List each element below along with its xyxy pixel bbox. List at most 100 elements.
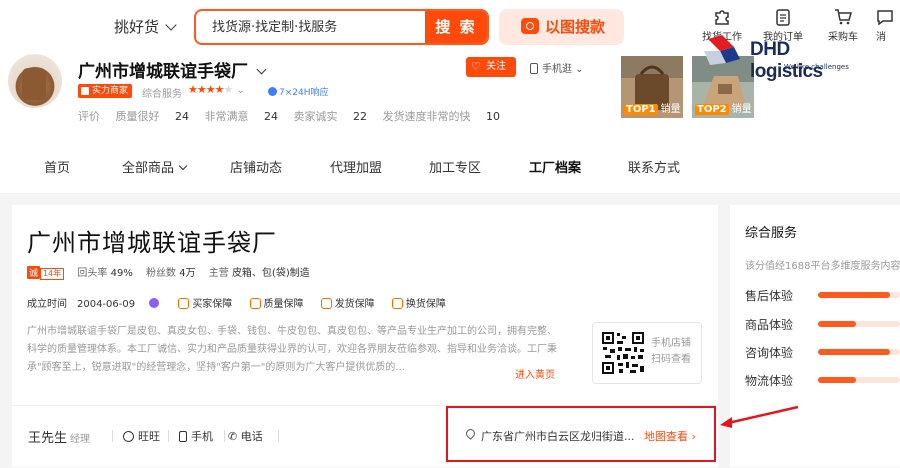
shield-icon — [320, 298, 332, 309]
image-search-button[interactable]: 以图搜款 — [499, 9, 624, 45]
dhd-tagline: We like challenges — [784, 63, 849, 71]
merchant-badge: 实力商家 — [78, 84, 133, 98]
shield-icon — [391, 298, 403, 309]
dhd-logistics-logo: DHD logistics We like challenges — [700, 31, 860, 82]
follow-button[interactable]: 关注 — [466, 57, 516, 77]
factory-meta: 诚 14年 回头率 49% 粉丝数 4万 主营 皮箱、包(袋)制造 — [27, 264, 320, 280]
mobile-qr-box[interactable]: 手机店铺扫码查看 — [592, 322, 702, 384]
eval-item: 发货速度非常的快 10 — [382, 110, 501, 123]
shield-icon — [178, 298, 190, 309]
mobile-link[interactable]: 手机 — [179, 428, 213, 444]
search-button[interactable]: 搜 索 — [425, 11, 487, 43]
contact-bar: 王先生 经理 旺旺 手机 ✆ 电话 广东省广州市白云区龙归街道... 地图查看 › — [12, 405, 718, 467]
messages-label: 消 — [876, 32, 886, 43]
search-box: 搜 索 — [194, 9, 489, 45]
chevron-down-icon — [165, 19, 177, 31]
metric-bar-fill — [818, 292, 891, 298]
nav-factory-profile[interactable]: 工厂档案 — [529, 157, 581, 176]
evaluation-row: 评价 质量很好 24 非常满意 24 卖家诚实 22 发货速度非常的快 10 — [78, 108, 512, 124]
nav-all-products[interactable]: 全部商品 — [122, 157, 188, 176]
nav-processing[interactable]: 加工专区 — [429, 157, 481, 176]
store-avatar[interactable] — [8, 54, 62, 108]
founded-label: 成立时间 — [27, 299, 67, 310]
service-label: 综合服务 — [142, 89, 182, 100]
address-text: 广东省广州市白云区龙归街道... — [481, 430, 635, 443]
chevron-down-icon: ⌄ — [575, 64, 584, 75]
metric-label: 商品体验 — [745, 318, 794, 332]
eval-item: 非常满意 24 — [204, 110, 279, 123]
nav-agency[interactable]: 代理加盟 — [330, 157, 382, 176]
qr-text: 手机店铺扫码查看 — [651, 338, 691, 365]
factory-description: 广州市增城联谊手袋厂是皮包、真皮女包、手袋、钱包、牛皮包包、真皮包包、等产品专业… — [27, 326, 557, 373]
clipboard-icon — [776, 9, 790, 26]
messages-link[interactable]: 消 — [870, 8, 900, 43]
metric-bar — [818, 321, 900, 327]
repurchase-rate: 回头率 49% — [77, 268, 133, 279]
top-product-1[interactable]: TOP1 销量 — [621, 56, 683, 118]
store-name[interactable]: 广州市增城联谊手袋厂 — [78, 57, 267, 82]
nav-home[interactable]: 首页 — [44, 157, 70, 176]
evaluation-label: 评价 — [78, 110, 100, 123]
message-icon — [877, 10, 893, 26]
store-name-text: 广州市增城联谊手袋厂 — [78, 62, 248, 82]
factory-row2: 成立时间 2004-06-09 买家保障 质量保障 发货保障 换货保障 — [27, 295, 460, 310]
star-off: ★ — [223, 83, 233, 96]
image-search-label: 以图搜款 — [545, 18, 606, 36]
search-input[interactable] — [212, 18, 412, 33]
eval-item: 质量很好 24 — [115, 110, 190, 123]
metric-bar-fill — [818, 377, 856, 383]
eval-item: 卖家诚实 22 — [293, 110, 368, 123]
years-badge: 14年 — [40, 268, 65, 280]
enter-yellow-pages-link[interactable]: 进入黄页 — [515, 366, 555, 381]
cart-icon — [835, 9, 852, 25]
guarantee-exchange[interactable]: 换货保障 — [391, 295, 446, 310]
telephone-icon: ✆ — [228, 430, 238, 443]
chevron-down-icon — [178, 161, 188, 171]
contact-person: 王先生 经理 — [28, 431, 91, 446]
fans-count: 粉丝数 4万 — [146, 268, 196, 279]
store-nav: 首页 全部商品 店铺动态 代理加盟 加工专区 工厂档案 联系方式 — [0, 136, 900, 194]
divider — [112, 430, 113, 442]
clock-icon — [268, 87, 277, 96]
founded-date: 2004-06-09 — [77, 299, 136, 310]
guarantee-buyer[interactable]: 买家保障 — [178, 295, 232, 310]
metric-label: 咨询体验 — [745, 346, 794, 360]
mobile-shop-link[interactable]: 手机逛 ⌄ — [530, 60, 584, 75]
top-product-label: TOP1 销量 — [624, 104, 681, 115]
service-stars[interactable]: ★★★★★ ⌄ — [188, 83, 245, 96]
metric-label: 售后体验 — [745, 289, 794, 303]
metric-label: 物流体验 — [745, 374, 794, 388]
factory-card: 广州市增城联谊手袋厂 诚 14年 回头率 49% 粉丝数 4万 主营 皮箱、包(袋… — [12, 205, 718, 467]
cheng-badge: 诚 — [27, 266, 41, 279]
guarantee-quality[interactable]: 质量保障 — [249, 295, 304, 310]
response-text: 7×24H响应 — [279, 88, 329, 98]
category-selector[interactable]: 挑好货 — [114, 16, 177, 37]
chevron-down-icon — [256, 64, 267, 75]
factory-title: 广州市增城联谊手袋厂 — [27, 229, 277, 257]
service-subtitle: 该分值经1688平台多维度服务内容 — [745, 261, 900, 272]
divider — [278, 430, 279, 442]
nav-store-news[interactable]: 店铺动态 — [230, 157, 282, 176]
guarantee-shipping[interactable]: 发货保障 — [320, 295, 375, 310]
address-box: 广东省广州市白云区龙归街道... 地图查看 › — [446, 406, 716, 462]
chevron-down-icon: ⌄ — [236, 85, 244, 96]
metric-bar-fill — [818, 321, 856, 327]
medal-icon[interactable] — [149, 298, 160, 308]
metric-bar — [818, 292, 900, 298]
puzzle-icon — [715, 10, 729, 25]
metric-bar — [818, 349, 900, 355]
camera-icon — [521, 18, 539, 34]
service-title: 综合服务 — [745, 226, 798, 241]
divider — [224, 430, 225, 442]
telephone-link[interactable]: ✆ 电话 — [228, 428, 263, 444]
category-label: 挑好货 — [114, 18, 160, 36]
mobile-shop-label: 手机逛 — [542, 64, 572, 75]
nav-contact[interactable]: 联系方式 — [628, 157, 680, 176]
location-pin-icon — [464, 427, 477, 440]
response-badge: 7×24H响应 — [268, 85, 329, 98]
view-map-link[interactable]: 地图查看 › — [644, 428, 696, 444]
stars-on: ★★★★ — [188, 83, 224, 96]
wangwang-link[interactable]: 旺旺 — [123, 428, 160, 444]
annotation-arrow-icon — [720, 405, 799, 428]
phone-icon — [530, 63, 538, 74]
